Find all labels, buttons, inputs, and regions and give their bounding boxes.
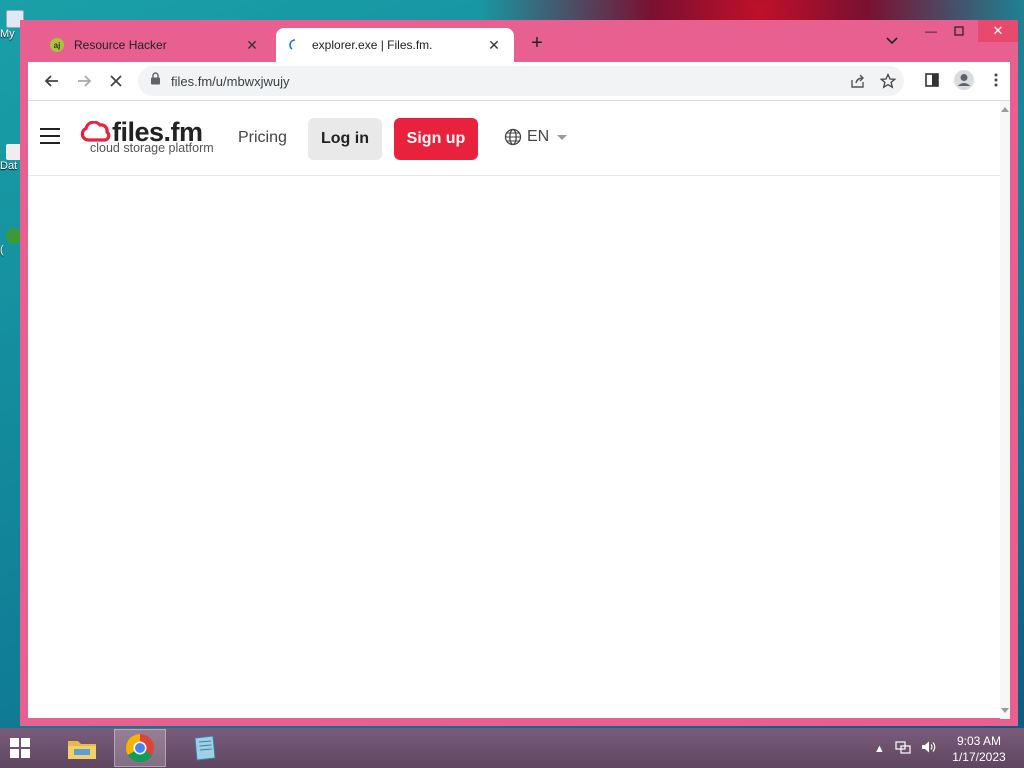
language-selector[interactable]: EN [504,128,568,146]
files-fm-logo[interactable]: files.fm cloud storage platform [80,117,220,159]
close-icon [110,75,122,87]
loading-spinner-icon [288,38,302,52]
browser-window: aj Resource Hacker ✕ explorer.exe | File… [20,20,1018,726]
lock-icon [150,72,161,90]
tab-title: explorer.exe | Files.fm. [312,38,433,52]
profile-avatar-icon[interactable] [950,66,978,94]
start-button[interactable] [10,738,30,758]
desktop-icon-label: ( [0,244,4,256]
desktop-icon-label: My [0,28,15,40]
file-explorer-icon [68,741,96,759]
chevron-down-icon [557,134,568,140]
scroll-down-arrow-icon[interactable] [1001,708,1009,713]
arrow-right-icon [78,75,92,87]
logo-tagline: cloud storage platform [90,141,214,155]
scroll-up-arrow-icon[interactable] [1001,107,1009,112]
hamburger-menu-icon[interactable] [40,128,60,144]
url-text: files.fm/u/mbwxjwujy [171,73,290,89]
chevron-up-icon[interactable]: ▲ [874,743,885,755]
cloud-logo-icon [80,121,111,142]
taskbar-file-explorer[interactable] [56,729,108,767]
language-code: EN [527,128,550,145]
stop-loading-button[interactable] [100,65,132,97]
windows-logo-icon [10,738,19,747]
taskbar-clock[interactable]: 9:03 AM 1/17/2023 [944,733,1014,765]
vertical-scrollbar[interactable] [1000,101,1010,719]
forward-button[interactable] [68,65,100,97]
taskbar-chrome[interactable] [114,729,166,767]
maximize-button[interactable] [946,20,972,42]
volume-icon[interactable] [921,740,937,757]
menu-kebab-icon[interactable] [982,66,1010,94]
tab-title: Resource Hacker [74,38,167,52]
back-button[interactable] [36,65,68,97]
taskbar-notepad[interactable] [178,729,230,767]
desktop-icon-app[interactable]: ( [0,228,22,256]
tab-strip: aj Resource Hacker ✕ explorer.exe | File… [20,20,1018,62]
signup-button[interactable]: Sign up [394,118,478,160]
address-bar[interactable]: files.fm/u/mbwxjwujy [138,66,904,96]
side-panel-icon[interactable] [918,66,946,94]
globe-icon [504,128,522,146]
pricing-link[interactable]: Pricing [238,129,287,147]
bookmark-star-icon[interactable] [876,69,900,93]
clock-time: 9:03 AM [956,734,1002,748]
desktop-icon-data[interactable]: Dat [0,144,22,172]
close-icon[interactable]: ✕ [244,37,260,54]
system-tray: ▲ [874,740,937,757]
network-icon[interactable] [895,740,911,757]
share-icon[interactable] [846,69,870,93]
desktop-icon-label: Dat [0,160,18,172]
clock-date: 1/17/2023 [952,750,1006,764]
close-icon[interactable]: ✕ [486,37,502,54]
browser-toolbar: files.fm/u/mbwxjwujy [28,62,1010,100]
arrow-left-icon [44,75,58,87]
tab-files-fm[interactable]: explorer.exe | Files.fm. ✕ [276,28,514,62]
desktop-icon-my-computer[interactable]: My [0,10,24,40]
login-button[interactable]: Log in [308,118,382,160]
new-tab-button[interactable]: + [526,32,548,54]
minimize-button[interactable]: — [918,20,944,42]
resource-hacker-icon: aj [50,38,64,52]
tab-resource-hacker[interactable]: aj Resource Hacker ✕ [38,28,272,62]
site-header: files.fm cloud storage platform Pricing … [28,101,1000,176]
notepad-icon [194,735,216,761]
window-close-button[interactable]: ✕ [978,20,1018,42]
page-viewport: files.fm cloud storage platform Pricing … [28,100,1010,719]
chrome-icon [126,734,154,762]
tab-search-icon[interactable] [886,34,898,48]
taskbar: ▲ 9:03 AM 1/17/2023 [0,728,1024,768]
